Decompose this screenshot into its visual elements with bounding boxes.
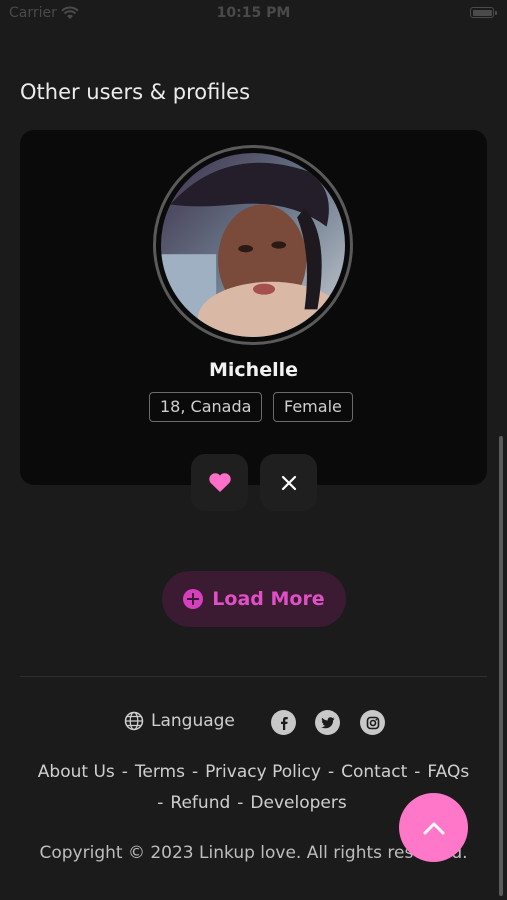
language-label: Language [151,711,235,731]
close-icon [281,475,296,490]
instagram-icon[interactable] [360,710,385,735]
link-separator: - [237,793,244,813]
terms-link[interactable]: Terms [135,762,185,782]
age-location-badge: 18, Canada [149,392,263,422]
status-bar: Carrier 10:15 PM [0,0,507,28]
twitter-icon[interactable] [315,710,340,735]
link-separator: - [414,762,421,782]
user-photo-icon [161,153,345,337]
section-title: Other users & profiles [20,80,251,104]
contact-link[interactable]: Contact [341,762,407,782]
refund-link[interactable]: Refund [170,793,230,813]
avatar-ring [153,145,353,345]
like-button[interactable] [191,454,248,511]
load-more-label: Load More [212,588,325,610]
link-separator: - [327,762,335,782]
about-us-link[interactable]: About Us [38,762,115,782]
footer-links-row-1: About Us - Terms - Privacy Policy - Contact - FA… [0,762,507,782]
developers-link[interactable]: Developers [250,793,346,813]
privacy-policy-link[interactable]: Privacy Policy [205,762,321,782]
battery-icon [470,7,497,18]
link-separator: - [157,793,164,813]
profile-name: Michelle [208,359,298,381]
faqs-link[interactable]: FAQs [427,762,469,782]
clock: 10:15 PM [216,5,291,21]
plus-circle-icon [183,589,204,609]
link-separator: - [191,762,199,782]
scrollbar[interactable] [499,436,503,896]
profile-card[interactable]: Michelle 18, Canada Female [20,130,487,485]
facebook-icon[interactable] [271,710,296,735]
dismiss-button[interactable] [260,454,317,511]
chevron-up-icon [423,822,444,834]
avatar[interactable] [161,153,345,337]
footer-divider [20,676,487,677]
language-selector[interactable]: Language [124,711,235,731]
load-more-button[interactable]: Load More [162,571,346,627]
gender-badge: Female [273,392,353,422]
scroll-to-top-button[interactable] [399,793,468,862]
globe-icon [124,711,144,731]
link-separator: - [121,762,128,782]
heart-icon [208,473,231,492]
